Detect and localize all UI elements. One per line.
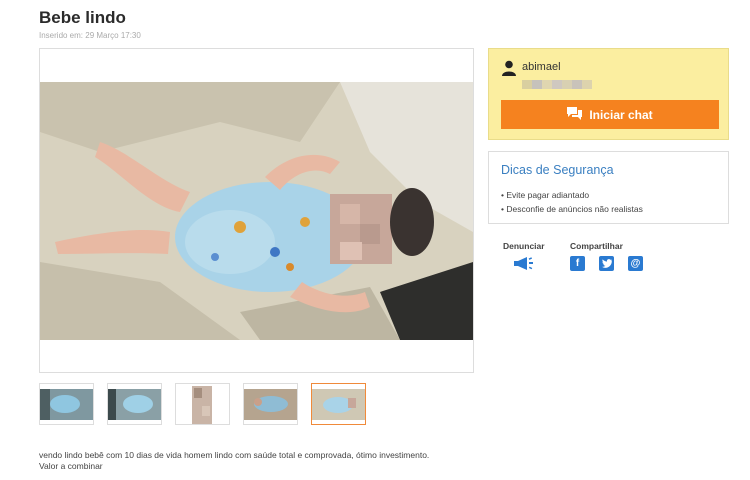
safety-tip: Desconfie de anúncios não realistas bbox=[501, 202, 643, 216]
thumbnail-2[interactable] bbox=[107, 383, 162, 425]
inserted-date: Inserido em: 29 Março 17:30 bbox=[39, 31, 141, 40]
thumbnail-4[interactable] bbox=[243, 383, 298, 425]
report-label: Denunciar bbox=[503, 241, 545, 251]
facebook-icon[interactable]: f bbox=[570, 256, 585, 271]
ad-title: Bebe lindo bbox=[39, 8, 126, 27]
seller-contact-blurred bbox=[522, 76, 592, 89]
thumbnail-3[interactable] bbox=[175, 383, 230, 425]
user-icon bbox=[502, 60, 516, 81]
start-chat-label: Iniciar chat bbox=[589, 107, 653, 122]
share-label: Compartilhar bbox=[570, 241, 623, 251]
megaphone-icon[interactable] bbox=[514, 256, 533, 271]
start-chat-button[interactable]: Iniciar chat bbox=[501, 100, 719, 129]
main-photo-frame bbox=[39, 48, 474, 373]
description-text: vendo lindo bebê com 10 dias de vida hom… bbox=[39, 450, 430, 460]
twitter-icon[interactable] bbox=[599, 256, 614, 271]
chat-bubble-icon bbox=[567, 106, 583, 123]
safety-tip: Evite pagar adiantado bbox=[501, 188, 643, 202]
safety-tips-card: Dicas de Segurança Evite pagar adiantado… bbox=[488, 151, 729, 224]
safety-tips-list: Evite pagar adiantado Desconfie de anúnc… bbox=[501, 188, 643, 216]
thumbnail-1[interactable] bbox=[39, 383, 94, 425]
seller-card: abimael Iniciar chat bbox=[488, 48, 729, 140]
main-photo[interactable] bbox=[40, 82, 473, 340]
thumbnail-5[interactable] bbox=[311, 383, 366, 425]
ad-description: vendo lindo bebê com 10 dias de vida hom… bbox=[39, 450, 429, 472]
seller-name: abimael bbox=[522, 61, 561, 73]
safety-title[interactable]: Dicas de Segurança bbox=[501, 163, 614, 177]
email-icon[interactable]: @ bbox=[628, 256, 643, 271]
price-text: Valor a combinar bbox=[39, 461, 103, 471]
